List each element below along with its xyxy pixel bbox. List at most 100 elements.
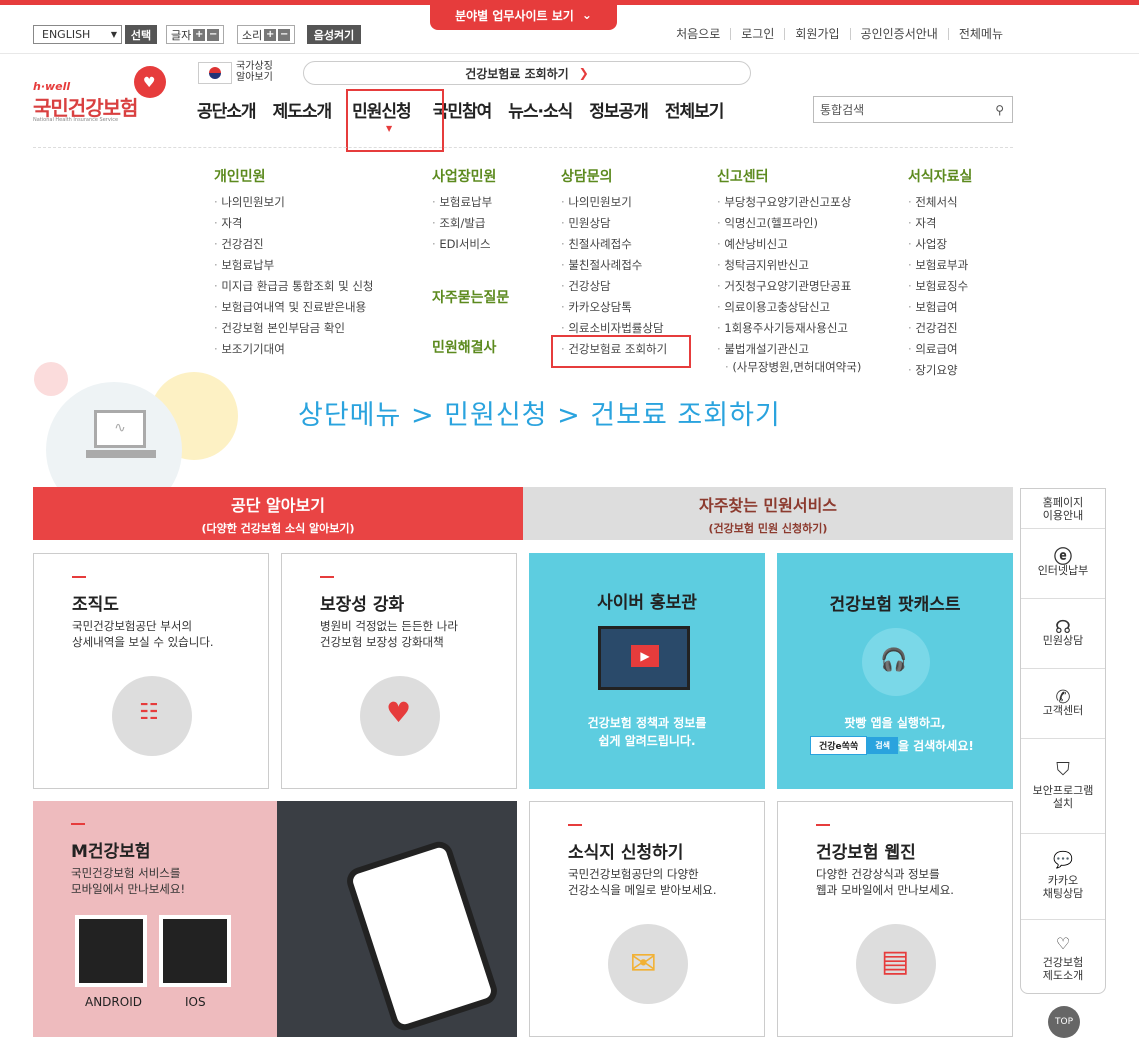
sidebar-internet-pay[interactable]: ⓔ 인터넷납부 [1021,529,1105,599]
card-guarantee[interactable]: 보장성 강화 병원비 걱정없는 든든한 나라 건강보험 보장성 강화대책 ♥ [281,553,517,789]
flag-icon [198,62,232,84]
menu-item[interactable]: 자격 [908,213,972,234]
menu-item[interactable]: 보험료납부 [432,192,509,213]
menu-item[interactable]: 건강검진 [214,234,373,255]
menu-item[interactable]: 건강보험 본인부담금 확인 [214,318,373,339]
menu-item[interactable]: 민원상담 [561,213,667,234]
menu-item[interactable]: 불친절사례접수 [561,255,667,276]
select-button[interactable]: 선택 [125,25,157,44]
menu-item[interactable]: 보험료징수 [908,276,972,297]
sidebar-callcenter[interactable]: ✆ 고객센터 [1021,669,1105,739]
card-podcast[interactable]: 건강보험 팟캐스트 🎧 팟빵 앱을 실행하고, 건강e쏙쏙 검색 을 검색하세요… [777,553,1013,789]
card-cyber[interactable]: 사이버 홍보관 ▶ 건강보험 정책과 정보를 쉽게 알려드립니다. [529,553,765,789]
tab-about[interactable]: 공단 알아보기 (다양한 건강보험 소식 알아보기) [33,487,523,540]
menu-item[interactable]: EDI서비스 [432,234,509,255]
menu-item-note[interactable]: (사무장병원,면허대여약국) [717,360,861,374]
e-pay-icon: ⓔ [1054,546,1072,568]
menu-item[interactable]: 거짓청구요양기관명단공표 [717,276,861,297]
menu-item[interactable]: 보험급여 [908,297,972,318]
nav-system[interactable]: 제도소개 [273,97,333,122]
language-select[interactable]: ENGLISH ▼ [33,25,122,44]
menu-heading-faq[interactable]: 자주묻는질문 [432,287,509,307]
menu-item[interactable]: 전체서식 [908,192,972,213]
menu-item[interactable]: 장기요양 [908,360,972,381]
tab-services[interactable]: 자주찾는 민원서비스 (건강보험 민원 신청하기) [523,487,1013,540]
link-home[interactable]: 처음으로 [666,28,730,40]
national-symbol-link[interactable]: 국가상징 알아보기 [236,61,273,83]
menu-item[interactable]: 자격 [214,213,373,234]
menu-item[interactable]: 카카오상담톡 [561,297,667,318]
link-login[interactable]: 로그인 [730,28,784,40]
headset-icon: ☊ [1055,616,1071,638]
menu-item[interactable]: 청탁금지위반신고 [717,255,861,276]
sidebar-guide[interactable]: 홈페이지 이용안내 [1021,489,1105,529]
link-sitemap[interactable]: 전체메뉴 [947,28,1013,40]
link-cert[interactable]: 공인인증서안내 [849,28,948,40]
menu-col-consult: 상담문의 나의민원보기 민원상담 친절사례접수 불친절사례접수 건강상담 카카오… [561,166,667,360]
menu-heading-solver[interactable]: 민원해결사 [432,337,509,357]
nav-all[interactable]: 전체보기 [665,97,725,122]
search-icon[interactable]: ⚲ [995,103,1004,117]
plus-icon[interactable]: + [193,28,206,41]
card-webzine[interactable]: 건강보험 웹진 다양한 건강상식과 정보를 웹과 모바일에서 만나보세요. ▤ [777,801,1013,1037]
menu-item[interactable]: 1회용주사기등재사용신고 [717,318,861,339]
menu-heading[interactable]: 사업장민원 [432,166,509,186]
site-dropdown-button[interactable]: 분야별 업무사이트 보기 ⌄ [430,0,617,30]
voice-button[interactable]: 음성켜기 [307,25,361,44]
active-nav-highlight: ▼ [346,89,444,152]
plus-icon[interactable]: + [264,28,277,41]
qr-ios [159,915,231,987]
divider [33,147,1013,148]
search-input[interactable]: 통합검색 ⚲ [813,96,1013,123]
menu-heading[interactable]: 서식자료실 [908,166,972,186]
menu-item[interactable]: 불법개설기관신고 [717,339,861,360]
menu-item[interactable]: 건강상담 [561,276,667,297]
sidebar-kakao[interactable]: 💬 카카오 채팅상담 [1021,834,1105,920]
divider [0,53,1139,54]
menu-item[interactable]: 사업장 [908,234,972,255]
menu-item[interactable]: 나의민원보기 [214,192,373,213]
nav-news[interactable]: 뉴스·소식 [508,97,573,122]
menu-col-forms: 서식자료실 전체서식 자격 사업장 보험료부과 보험료징수 보험급여 건강검진 … [908,166,972,381]
menu-item[interactable]: 의료이용고충상담신고 [717,297,861,318]
menu-heading[interactable]: 신고센터 [717,166,861,186]
nav-about[interactable]: 공단소개 [197,97,257,122]
nav-info[interactable]: 정보공개 [589,97,649,122]
menu-item[interactable]: 미지급 환급금 통합조회 및 신청 [214,276,373,297]
menu-item[interactable]: 나의민원보기 [561,192,667,213]
sidebar-consult[interactable]: ☊ 민원상담 [1021,599,1105,669]
menu-item[interactable]: 예산낭비신고 [717,234,861,255]
menu-col-report: 신고센터 부당청구요양기관신고포상 익명신고(헬프라인) 예산낭비신고 청탁금지… [717,166,861,374]
menu-heading[interactable]: 개인민원 [214,166,373,186]
minus-icon[interactable]: − [207,28,220,41]
menu-item[interactable]: 부당청구요양기관신고포상 [717,192,861,213]
minus-icon[interactable]: − [278,28,291,41]
menu-heading[interactable]: 상담문의 [561,166,667,186]
menu-col-personal: 개인민원 나의민원보기 자격 건강검진 보험료납부 미지급 환급금 통합조회 및… [214,166,373,360]
heart-logo-icon: ♥ [134,66,166,98]
utility-links: 처음으로 로그인 회원가입 공인인증서안내 전체메뉴 [666,28,1013,40]
document-icon: ▤ [856,924,936,1004]
premium-inquiry-banner[interactable]: 건강보험료 조회하기 ❯ [303,61,751,85]
card-mobile[interactable]: M건강보험 국민건강보험 서비스를 모바일에서 만나보세요! ANDROID IO… [33,801,277,1037]
menu-item[interactable]: 보험급여내역 및 진료받은내용 [214,297,373,318]
sidebar-security[interactable]: ⛉ 보안프로그램 설치 [1021,739,1105,834]
font-size-control: 글자 + − [166,25,225,44]
card-newsletter[interactable]: 소식지 신청하기 국민건강보험공단의 다양한 건강소식을 메일로 받아보세요. ✉ [529,801,765,1037]
menu-item[interactable]: 의료급여 [908,339,972,360]
menu-item[interactable]: 보조기기대여 [214,339,373,360]
heart-hands-icon: ♥ [360,676,440,756]
heartbeat-icon: ♡ [1055,933,1071,953]
menu-item[interactable]: 익명신고(헬프라인) [717,213,861,234]
menu-item[interactable]: 보험료납부 [214,255,373,276]
phone-illustration [343,838,501,1034]
highlight-box [551,335,691,368]
menu-item[interactable]: 조회/발급 [432,213,509,234]
menu-item[interactable]: 보험료부과 [908,255,972,276]
menu-item[interactable]: 건강검진 [908,318,972,339]
menu-item[interactable]: 친절사례접수 [561,234,667,255]
link-signup[interactable]: 회원가입 [784,28,849,40]
card-org[interactable]: 조직도 국민건강보험공단 부서의 상세내역을 보실 수 있습니다. ☷ [33,553,269,789]
sidebar-system[interactable]: ♡ 건강보험 제도소개 [1021,920,1105,998]
top-button[interactable]: TOP [1048,1006,1080,1038]
